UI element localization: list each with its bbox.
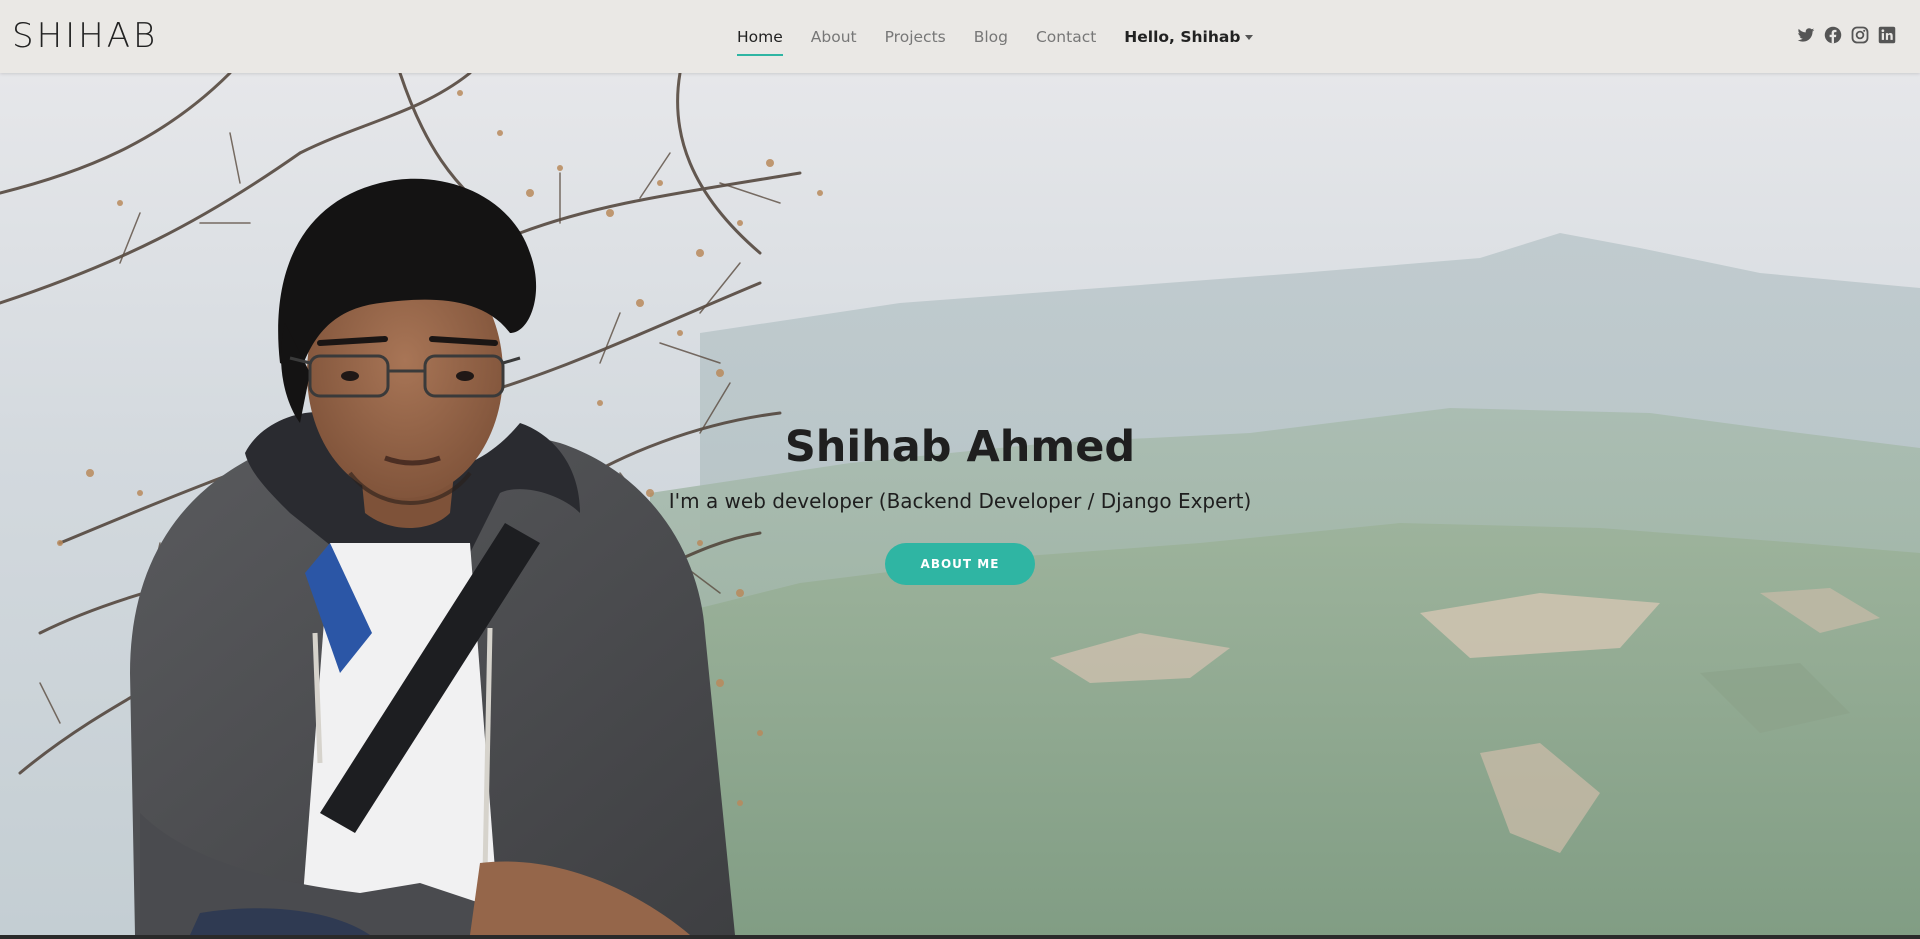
hero-content: Shihab Ahmed I'm a web developer (Backen… [0,73,1920,935]
facebook-icon[interactable] [1824,26,1842,44]
about-me-button[interactable]: ABOUT ME [885,543,1035,585]
social-links [1797,26,1896,44]
caret-down-icon [1245,35,1254,40]
navbar: SHIHAB Home About Projects Blog Contact … [0,0,1920,73]
twitter-icon[interactable] [1797,26,1815,44]
user-menu-label: Hello, Shihab [1124,27,1241,46]
nav-link-projects[interactable]: Projects [885,27,946,47]
brand-logo[interactable]: SHIHAB [12,14,158,58]
bottom-edge [0,935,1920,939]
nav-link-home[interactable]: Home [737,27,783,56]
nav-link-contact[interactable]: Contact [1036,27,1096,47]
nav-links: Home About Projects Blog Contact Hello, … [737,0,1254,73]
nav-link-about[interactable]: About [811,27,857,47]
nav-link-blog[interactable]: Blog [974,27,1008,47]
hero-title: Shihab Ahmed [784,422,1136,472]
linkedin-icon[interactable] [1878,26,1896,44]
page: SHIHAB Home About Projects Blog Contact … [0,0,1920,939]
instagram-icon[interactable] [1851,26,1869,44]
hero-section: Shihab Ahmed I'm a web developer (Backen… [0,73,1920,935]
user-menu-dropdown[interactable]: Hello, Shihab [1124,27,1254,46]
hero-subtitle: I'm a web developer (Backend Developer /… [668,489,1252,513]
